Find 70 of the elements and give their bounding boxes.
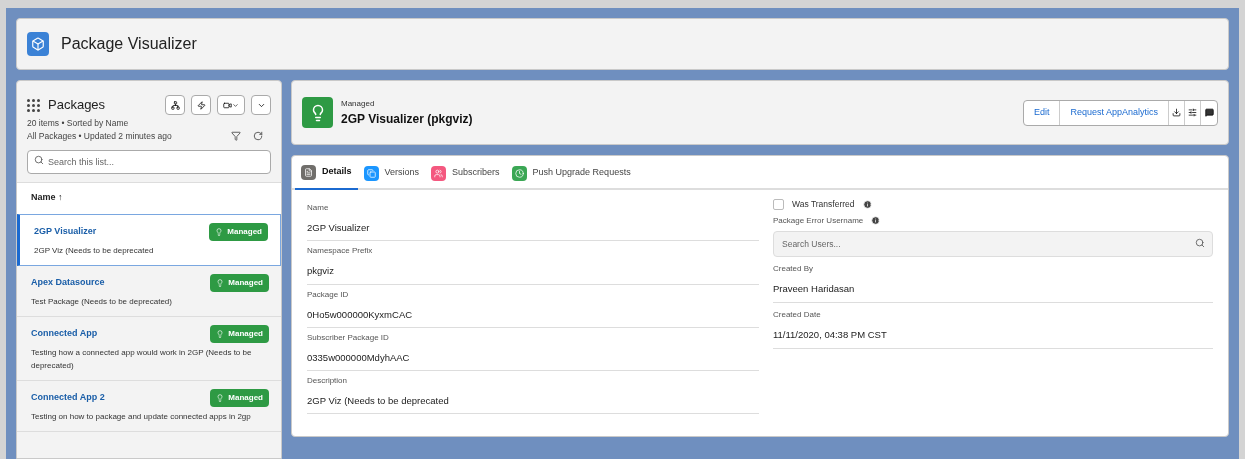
camera-icon <box>223 100 232 110</box>
search-icon <box>1195 237 1205 248</box>
list-title: Packages <box>48 96 106 115</box>
field-value: 0335w000000MdyhAAC <box>307 350 411 365</box>
checkbox[interactable] <box>773 198 784 210</box>
camera-button[interactable] <box>217 95 245 115</box>
field-value: pkgviz <box>307 264 335 279</box>
field-label: Subscriber Package ID <box>307 331 390 344</box>
package-name[interactable]: Connected App 2 <box>31 390 105 405</box>
lightbulb-icon <box>216 329 225 338</box>
field-label: Name <box>307 202 330 214</box>
package-name[interactable]: Apex Datasource <box>31 275 105 290</box>
sliders-button[interactable] <box>1185 100 1201 125</box>
info-icon[interactable] <box>871 216 881 226</box>
lightbulb-icon <box>302 97 333 128</box>
download-icon <box>1172 108 1181 117</box>
record-type: Managed <box>341 97 376 110</box>
download-button[interactable] <box>1169 100 1185 125</box>
tab[interactable]: Subscribers <box>425 156 506 190</box>
field-value: 2GP Visualizer <box>307 221 371 235</box>
app-logo-icon <box>27 32 49 56</box>
field-label: Package ID <box>307 288 350 301</box>
comment-icon <box>1204 108 1214 117</box>
hierarchy-icon <box>170 100 180 110</box>
field-label: Description <box>307 375 348 387</box>
field-label: Namespace Prefix <box>307 245 374 258</box>
lightbulb-icon <box>216 393 225 402</box>
record-title: 2GP Visualizer (pkgviz) <box>341 110 473 128</box>
sliders-icon <box>1188 108 1197 117</box>
managed-badge: Managed <box>210 388 269 407</box>
field-value: 11/11/2020, 04:38 PM CST <box>773 328 888 342</box>
managed-badge: Managed <box>210 273 269 292</box>
package-name[interactable]: 2GP Visualizer <box>34 224 97 239</box>
tab[interactable]: Versions <box>357 156 426 190</box>
field-value: Praveen Haridasan <box>773 281 856 296</box>
field-value: 0Ho5w000000KyxmCAC <box>307 307 414 322</box>
package-description: 2GP Viz (Needs to be deprecated <box>34 244 155 257</box>
info-icon[interactable] <box>862 199 872 209</box>
caret-icon <box>232 101 239 109</box>
field-value: 2GP Viz (Needs to be deprecated <box>307 394 450 408</box>
app-title: Package Visualizer <box>61 34 197 54</box>
list-meta: All Packages • Updated 2 minutes ago <box>27 129 172 143</box>
action-button[interactable]: Request AppAnalytics <box>1060 100 1169 125</box>
filter-icon[interactable] <box>231 130 241 141</box>
lightbulb-icon <box>215 227 224 236</box>
refresh-icon[interactable] <box>253 130 263 141</box>
managed-badge: Managed <box>209 222 268 241</box>
package-description: Testing on how to package and update connected apps in 2gp <box>31 410 252 423</box>
list-meta: 20 items • Sorted by Name <box>27 117 130 130</box>
tab[interactable]: Push Upgrade Requests <box>505 156 637 190</box>
action-button[interactable]: Edit <box>1023 100 1061 125</box>
column-header[interactable]: Name ↑ <box>31 191 63 205</box>
package-item[interactable]: 2GP Visualizer Managed 2GP Viz (Needs to be deprecated <box>17 213 281 266</box>
package-description: Testing how a connected app would work in 2GP (Needs to be deprecated) <box>31 346 253 372</box>
managed-badge: Managed <box>210 324 269 343</box>
package-name[interactable]: Connected App <box>31 326 98 341</box>
search-icon <box>34 154 44 165</box>
app-launcher-icon[interactable] <box>27 98 40 112</box>
field-label: Package Error Username <box>773 214 864 227</box>
lightning-button[interactable] <box>191 95 211 115</box>
tab[interactable]: Details <box>295 156 358 190</box>
user-search-field[interactable]: Search Users... <box>773 230 1213 257</box>
lightning-icon <box>196 100 206 110</box>
lightbulb-icon <box>216 278 225 287</box>
package-description: Test Package (Needs to be deprecated) <box>31 295 173 308</box>
hierarchy-button[interactable] <box>165 95 185 115</box>
field-label: Created Date <box>773 309 822 321</box>
checkbox-label: Was Transferred <box>792 198 855 211</box>
search-field[interactable]: Search this list... <box>27 149 271 174</box>
field-label: Created By <box>773 262 815 275</box>
